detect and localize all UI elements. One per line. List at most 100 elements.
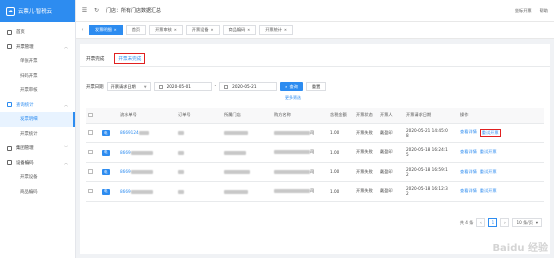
redacted [274, 189, 310, 194]
tab-product-code[interactable]: 商品编码 ✕ [222, 25, 257, 35]
refresh-icon[interactable]: ↻ [93, 7, 100, 14]
calendar-icon [224, 84, 229, 89]
date-line: 2 [406, 191, 409, 197]
sidebar: ☁ 云票儿·智税云 首页 开票管理 ︿ 单张开票 扫码开票 开票审核 查询统计 … [0, 0, 76, 258]
select-all-header[interactable] [86, 108, 100, 124]
row-actions: 查看详情 重试开票 [460, 169, 544, 175]
subtab-completed[interactable]: 开票完成 [86, 53, 104, 65]
row-actions: 查看详情 重试开票 [460, 149, 544, 155]
sidebar-item-product-code[interactable]: 商品编码 [0, 185, 75, 200]
subtab-incomplete[interactable]: 开票未完成 [114, 53, 146, 64]
table-row: 电 8669124 司 1.00 开票失败 戴盈印 2020-05-21 14:… [86, 123, 544, 143]
retry-invoice-link[interactable]: 重试开票 [480, 149, 497, 155]
sidebar-item-label: 首页 [16, 30, 25, 36]
retry-invoice-link[interactable]: 重试开票 [480, 188, 497, 194]
redacted [178, 170, 184, 175]
chart-icon [7, 102, 12, 108]
date-from-input[interactable]: 2020-05-01 [153, 82, 212, 91]
sidebar-item-scan-invoice[interactable]: 扫码开票 [0, 69, 75, 84]
date-to-input[interactable]: 2020-05-21 [219, 82, 278, 91]
row-actions: 查看详情 重试开票 [460, 188, 544, 194]
top-link[interactable]: 坐标开票 [515, 8, 532, 14]
page-number[interactable]: 1 [488, 218, 498, 227]
app-logo[interactable]: ☁ 云票儿·智税云 [0, 0, 75, 22]
serial-number[interactable]: 8669 [120, 169, 131, 174]
page-size-select[interactable]: 10 条/页 ▾ [512, 218, 542, 227]
view-details-link[interactable]: 查看详情 [460, 169, 477, 175]
menu-toggle-icon[interactable]: ☰ [81, 7, 88, 14]
table-header-row: 流水单号 订单号 所属门店 购方名称 含税金额 开票状态 开票人 开票请求日期 … [86, 108, 544, 124]
sidebar-item-query-stats[interactable]: 查询统计 ︿ [0, 98, 75, 113]
sidebar-item-label: 查询统计 [16, 102, 34, 108]
checkbox[interactable] [88, 169, 93, 174]
filter-bar: 开票日期 开票请求日期 ▼ 2020-05-01 - 2020-05-21 ⌕ … [86, 82, 327, 91]
search-button[interactable]: ⌕ 查询 [280, 82, 303, 91]
checkbox[interactable] [88, 149, 93, 154]
close-icon[interactable]: ✕ [247, 28, 250, 32]
prev-page-icon[interactable]: ‹ [476, 218, 486, 227]
date-cell: 2020-05-18 16:59:1 2 [404, 162, 458, 182]
view-details-link[interactable]: 查看详情 [460, 149, 477, 155]
sidebar-item-invoice-review[interactable]: 开票审核 [0, 83, 75, 98]
reset-button[interactable]: 重置 [305, 82, 327, 91]
tab-home[interactable]: 首页 [125, 25, 147, 35]
sidebar-item-group-management[interactable]: 集团管理 ﹀ [0, 141, 75, 156]
tab-invoice-stats[interactable]: 开票统计 ✕ [259, 25, 293, 35]
view-details-link[interactable]: 查看详情 [460, 188, 477, 194]
page-size-value: 10 条/页 [516, 219, 533, 225]
serial-number[interactable]: 8669124 [120, 130, 139, 135]
retry-invoice-link[interactable]: 重试开票 [480, 169, 497, 175]
buyer-name-end: 司 [310, 188, 315, 194]
redacted [130, 170, 153, 175]
retry-invoice-link[interactable]: 重试开票 [479, 128, 501, 137]
redacted [224, 131, 248, 136]
top-link[interactable]: 帮助 [540, 8, 548, 14]
sidebar-item-home[interactable]: 首页 [0, 25, 75, 40]
checkbox[interactable] [88, 112, 93, 117]
serial-number[interactable]: 8669 [120, 189, 131, 194]
issuer-cell: 戴盈印 [378, 162, 404, 182]
amount-cell: 1.00 [328, 162, 354, 182]
close-icon[interactable]: ✕ [284, 28, 287, 32]
date-type-select[interactable]: 开票请求日期 ▼ [106, 82, 151, 91]
checkbox[interactable] [88, 130, 93, 135]
column-header: 所属门店 [222, 108, 272, 124]
column-header: 购方名称 [272, 108, 328, 124]
table-row: 电 8669 司 1.00 开票失败 戴盈印 2020-05-18 16:12:… [86, 181, 544, 202]
tab-invoice-device[interactable]: 开票设备 ✕ [185, 25, 220, 35]
buyer-name-end: 司 [310, 149, 315, 155]
redacted [178, 131, 184, 136]
sidebar-item-device-codes[interactable]: 设备编码 ︿ [0, 156, 75, 171]
sidebar-item-invoice-device[interactable]: 开票设备 [0, 170, 75, 185]
tab-invoice-review[interactable]: 开票审核 ✕ [149, 25, 183, 35]
chevron-down-icon: ▼ [143, 84, 147, 89]
view-details-link[interactable]: 查看详情 [460, 129, 477, 137]
store-selector[interactable]: 门店：所有门店数据汇总 [106, 7, 161, 14]
top-right-links: 坐标开票 帮助 [515, 8, 548, 14]
tab-invoice-details[interactable]: 发票明细 ✕ [89, 25, 123, 35]
chevron-down-icon: ﹀ [64, 145, 68, 151]
checkbox[interactable] [88, 188, 93, 193]
invoice-type-tag: 电 [102, 149, 110, 156]
tab-label: 开票统计 [265, 27, 282, 32]
date-line: 5 [406, 152, 409, 158]
more-filter-link[interactable]: 更多筛选 [285, 95, 301, 101]
tabs-scroll-left-icon[interactable]: ‹ [79, 25, 86, 35]
close-icon[interactable]: ✕ [211, 28, 214, 32]
sidebar-item-invoice-management[interactable]: 开票管理 ︿ [0, 40, 75, 55]
serial-number[interactable]: 8669 [120, 150, 131, 155]
sidebar-item-invoice-details[interactable]: 发票明细 [0, 112, 75, 127]
buyer-name-end: 司 [310, 129, 315, 135]
main-panel: 开票完成 开票未完成 开票日期 开票请求日期 ▼ 2020-05-01 - 20… [80, 44, 550, 254]
sidebar-item-invoice-stats[interactable]: 开票统计 [0, 127, 75, 142]
sidebar-item-single-invoice[interactable]: 单张开票 [0, 54, 75, 69]
close-icon[interactable]: ✕ [174, 28, 177, 32]
settings-icon [7, 160, 12, 166]
redacted [178, 150, 184, 155]
amount-cell: 1.00 [328, 142, 354, 163]
column-header: 流水单号 [118, 108, 176, 124]
issuer-cell: 戴盈印 [378, 142, 404, 163]
close-icon[interactable]: ✕ [114, 28, 117, 32]
status-subtabs: 开票完成 开票未完成 [80, 44, 550, 67]
next-page-icon[interactable]: › [500, 218, 510, 227]
